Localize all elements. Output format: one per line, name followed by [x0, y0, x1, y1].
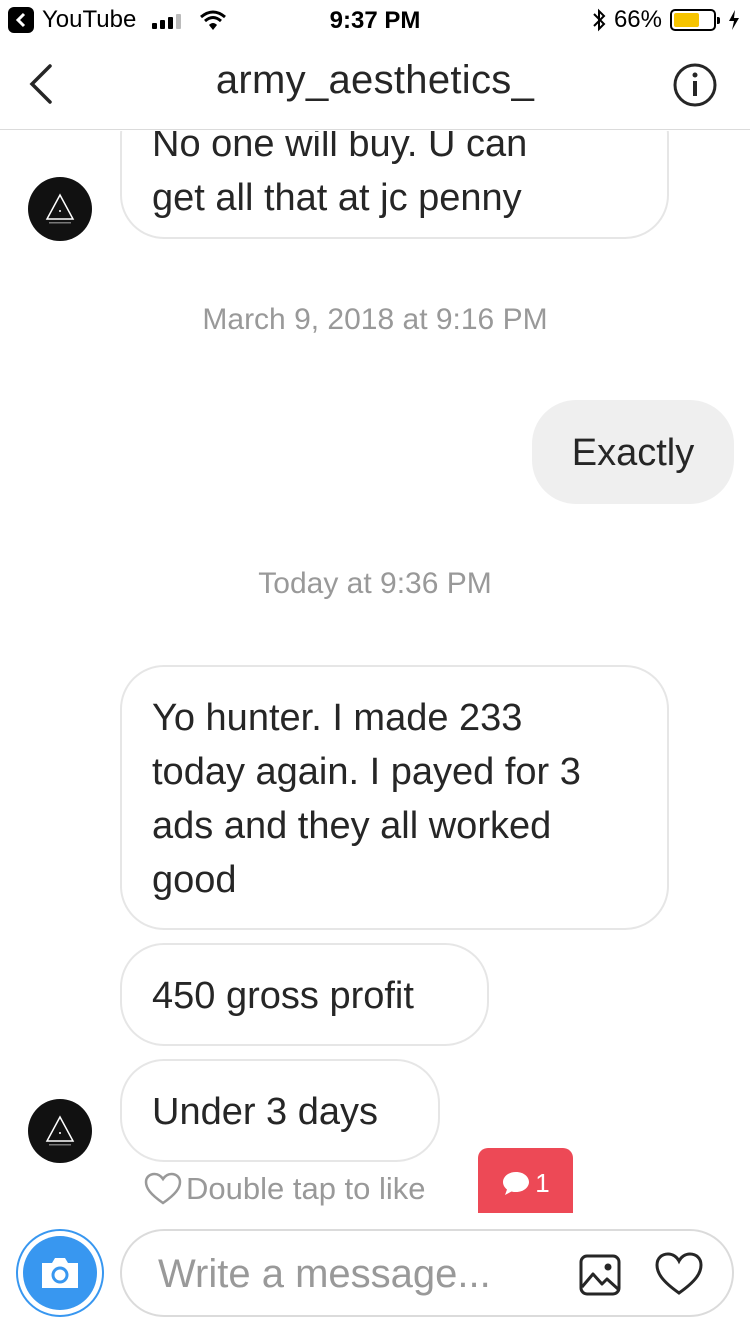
message-composer	[0, 1213, 750, 1334]
double-tap-like-hint: Double tap to like	[144, 1171, 426, 1207]
message-thread[interactable]: No one will buy. U can get all that at j…	[0, 131, 750, 1213]
message-text: No one will buy. U can	[152, 131, 528, 165]
chat-bubble-icon	[503, 1172, 530, 1195]
info-icon[interactable]	[672, 62, 718, 108]
message-bubble-received[interactable]: Under 3 days	[120, 1059, 440, 1162]
like-hint-text: Double tap to like	[186, 1171, 426, 1206]
new-messages-count: 1	[535, 1167, 550, 1198]
battery-level	[674, 13, 700, 27]
conversation-header: army_aesthetics_	[0, 40, 750, 130]
message-bubble-received[interactable]: No one will buy. U can get all that at j…	[120, 131, 669, 239]
bluetooth-icon	[593, 8, 606, 32]
charging-bolt-icon	[729, 10, 739, 30]
avatar[interactable]	[28, 1099, 92, 1163]
battery-percent: 66%	[613, 6, 662, 33]
message-field[interactable]	[120, 1229, 734, 1317]
dm-screen: YouTube 9:37 PM 66% army_aesthetics_ No …	[0, 0, 750, 1334]
message-text: Under 3 days	[152, 1091, 379, 1133]
brand-logo-icon	[45, 1115, 75, 1146]
camera-icon	[23, 1236, 97, 1310]
message-text: get all that at jc penny	[152, 177, 522, 219]
message-bubble-sent[interactable]: Exactly	[532, 400, 734, 504]
message-text: Yo hunter. I made 233	[152, 697, 523, 739]
heart-icon[interactable]	[654, 1251, 704, 1297]
message-text: Exactly	[571, 432, 695, 474]
message-timestamp: Today at 9:36 PM	[258, 567, 492, 600]
message-text: ads and they all worked	[152, 805, 552, 847]
heart-outline-icon	[144, 1172, 182, 1205]
conversation-title[interactable]: army_aesthetics_	[0, 58, 750, 103]
message-bubble-received[interactable]: 450 gross profit	[120, 943, 489, 1046]
status-bar: YouTube 9:37 PM 66%	[0, 0, 750, 40]
new-messages-badge[interactable]: 1	[478, 1148, 573, 1213]
message-bubble-received[interactable]: Yo hunter. I made 233 today again. I pay…	[120, 665, 669, 930]
message-input[interactable]	[158, 1249, 558, 1299]
battery-icon	[670, 9, 720, 31]
gallery-icon[interactable]	[578, 1253, 622, 1297]
avatar[interactable]	[28, 177, 92, 241]
status-bar-right: 66%	[592, 6, 740, 34]
message-text: 450 gross profit	[152, 975, 414, 1017]
message-text: today again. I payed for 3	[152, 751, 581, 793]
brand-logo-icon	[45, 193, 75, 224]
camera-button[interactable]	[16, 1229, 104, 1317]
message-text: good	[152, 859, 237, 901]
message-timestamp: March 9, 2018 at 9:16 PM	[202, 303, 548, 336]
